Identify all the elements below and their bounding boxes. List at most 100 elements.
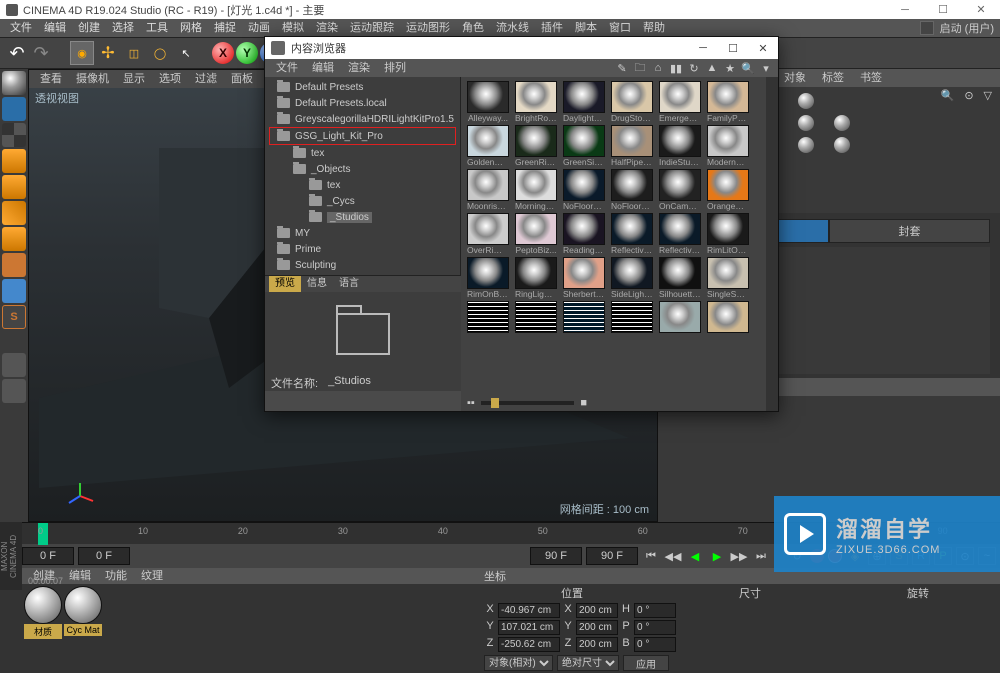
thumbnail[interactable]: ReadingR... [563,213,605,255]
size-field[interactable] [576,637,618,652]
viewport-tab[interactable]: 面板 [224,70,260,88]
tree-node[interactable]: Sculpting [265,257,460,273]
thumbnail[interactable] [659,301,701,333]
frame-end-2[interactable]: 90 F [586,547,638,565]
thumbnail[interactable]: DrugStore... [611,81,653,123]
close-icon[interactable]: ✕ [962,0,1000,19]
thumbnail[interactable]: DaylightSt... [563,81,605,123]
select-tool-icon[interactable]: ◉ [70,41,94,65]
misc-icon-1[interactable] [2,353,26,377]
menu-icon[interactable]: ▾ [758,60,774,76]
thumbnail[interactable]: NoFloorC... [563,169,605,211]
thumbnail[interactable]: IndieStudi... [659,125,701,167]
point-mode-icon[interactable] [2,175,26,199]
tree-node[interactable]: tex [265,177,460,193]
thumbnail[interactable]: SingleSoft... [707,257,749,299]
thumbnail[interactable]: Reflective... [611,213,653,255]
mat-tab[interactable]: 纹理 [134,568,170,584]
rotate-tool-icon[interactable]: ◯ [148,41,172,65]
browser-menu-item[interactable]: 编辑 [305,59,341,77]
menu-item[interactable]: 角色 [456,19,490,37]
obj-ball-icon[interactable] [798,93,814,109]
step-fwd-icon[interactable]: ▶▶ [730,547,748,565]
x-axis-icon[interactable]: X [212,42,234,64]
maximize-icon[interactable]: ☐ [924,0,962,19]
thumbnail[interactable]: Alleyway... [467,81,509,123]
play-icon[interactable]: ▶ [708,547,726,565]
object-mode-icon[interactable] [2,97,26,121]
thumbnail[interactable] [515,301,557,333]
menu-item[interactable]: 渲染 [310,19,344,37]
thumbnail[interactable] [563,301,605,333]
tree-node[interactable]: GreyscalegorillaHDRILightKitPro1.5 [265,111,460,127]
workplane-mode-icon[interactable] [2,149,26,173]
thumbnail[interactable]: RimLitOn... [707,213,749,255]
frame-start[interactable]: 0 F [22,547,74,565]
texture-mode-icon[interactable] [2,123,26,147]
menu-item[interactable]: 工具 [140,19,174,37]
minimize-icon[interactable]: ─ [886,0,924,19]
frame-end[interactable]: 90 F [530,547,582,565]
obj-tab[interactable]: 书签 [852,69,890,87]
thumbnail[interactable] [611,301,653,333]
tree-node[interactable]: MY [265,225,460,241]
material-ball[interactable] [64,586,102,624]
browser-close-icon[interactable]: ✕ [748,37,778,59]
misc-icon-2[interactable] [2,379,26,403]
obj-tab[interactable]: 对象 [776,69,814,87]
viewport-tab[interactable]: 选项 [152,70,188,88]
uv-mode-icon[interactable] [2,253,26,277]
mat-tab[interactable]: 功能 [98,568,134,584]
coord-mode-select[interactable]: 对象(相对) [484,655,553,671]
obj-ball-icon[interactable] [834,115,850,131]
lang-tab[interactable]: 语言 [333,276,365,292]
rot-field[interactable] [634,603,676,618]
go-start-icon[interactable]: ⏮ [642,547,660,565]
tree-node[interactable]: GSG_Light_Kit_Pro [269,127,456,145]
search-icon[interactable]: 🔍 [941,89,955,102]
tree-node[interactable]: Default Presets.local [265,95,460,111]
thumbnail[interactable]: OverRim.c... [467,213,509,255]
y-axis-icon[interactable]: Y [236,42,258,64]
tree-node[interactable]: tex [265,145,460,161]
menu-item[interactable]: 脚本 [569,19,603,37]
thumbnail[interactable]: RimOnBlu... [467,257,509,299]
go-end-icon[interactable]: ⏭ [752,547,770,565]
size-field[interactable] [576,620,618,635]
size-field[interactable] [576,603,618,618]
menu-item[interactable]: 编辑 [38,19,72,37]
info-tab[interactable]: 信息 [301,276,333,292]
thumbnail[interactable]: GreenSide... [563,125,605,167]
search-icon[interactable]: 🔍 [740,60,756,76]
undo-icon[interactable]: ↶ [6,42,28,64]
pos-field[interactable] [498,620,560,635]
refresh-icon[interactable]: ↻ [686,60,702,76]
thumbnail[interactable]: ModernSt... [707,125,749,167]
menu-item[interactable]: 插件 [535,19,569,37]
star-icon[interactable]: ★ [722,60,738,76]
up-icon[interactable]: ▲ [704,60,720,76]
tree-node[interactable]: Default Presets [265,79,460,95]
obj-ball-icon[interactable] [798,115,814,131]
eye-icon[interactable]: ⊙ [964,89,973,102]
thumbnail[interactable]: OrangeSh... [707,169,749,211]
pos-field[interactable] [498,603,560,618]
layout-label[interactable]: 启动 (用户) [940,20,994,36]
thumbnail[interactable]: NoFloorW... [611,169,653,211]
pos-field[interactable] [498,637,560,652]
thumbnail[interactable]: SherbertSt... [563,257,605,299]
thumbnail[interactable]: OnCamer... [659,169,701,211]
menu-item[interactable]: 运动跟踪 [344,19,400,37]
thumbnail[interactable]: Emergenc... [659,81,701,123]
menu-item[interactable]: 创建 [72,19,106,37]
polygon-mode-icon[interactable] [2,227,26,251]
thumbnail[interactable]: Silhouette... [659,257,701,299]
folder-icon[interactable]: 🗀 [632,60,648,76]
book-icon[interactable]: ▮▮ [668,60,684,76]
menu-item[interactable]: 窗口 [603,19,637,37]
viewport-tab[interactable]: 过滤 [188,70,224,88]
tree-node[interactable]: Prime [265,241,460,257]
edge-mode-icon[interactable] [2,201,26,225]
preview-tab[interactable]: 预览 [269,276,301,292]
edit-icon[interactable]: ✎ [614,60,630,76]
